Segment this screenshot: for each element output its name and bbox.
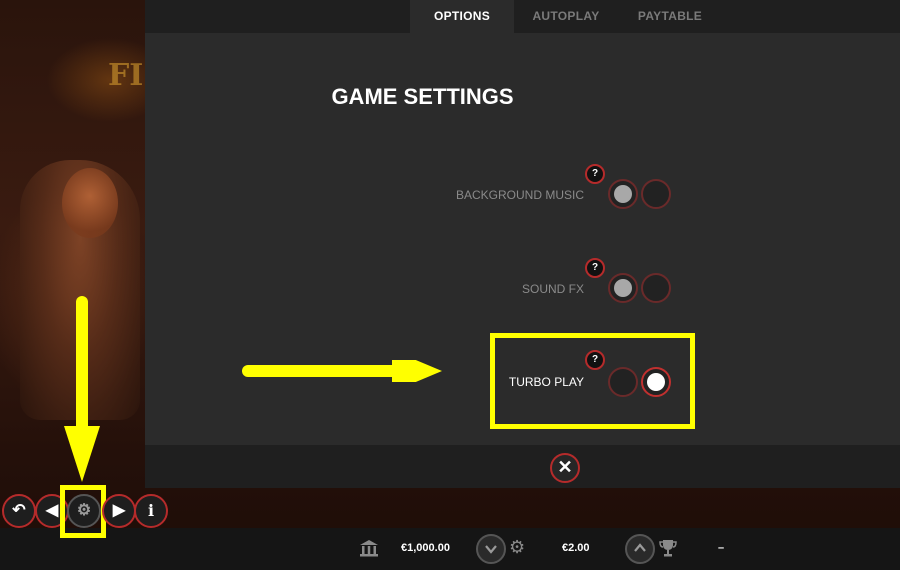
background-music-label: BACKGROUND MUSIC [455, 188, 584, 202]
bet-gear-icon: ⚙ [509, 537, 526, 557]
chevron-down-icon [485, 545, 497, 554]
bank-icon [360, 540, 378, 557]
background-music-off-radio[interactable] [641, 179, 671, 209]
settings-gear-button[interactable]: ⚙ [67, 494, 101, 528]
background-music-help-button[interactable]: ? [585, 164, 605, 184]
back-button[interactable]: ↶ [2, 494, 36, 528]
sound-fx-label: SOUND FX [521, 282, 584, 296]
balance-value: €1,000.00 [401, 542, 450, 554]
sound-fx-off-radio[interactable] [641, 273, 671, 303]
turbo-play-help-button[interactable]: ? [585, 350, 605, 370]
sound-fx-on-radio[interactable] [608, 273, 638, 303]
dwarf-character-head [62, 168, 118, 238]
turbo-play-label: TURBO PLAY [508, 375, 584, 389]
page-title: GAME SETTINGS [331, 84, 514, 109]
win-value: – [718, 542, 725, 554]
bottom-status-bar [0, 528, 900, 570]
panel-footer [145, 445, 900, 488]
tab-paytable[interactable]: PAYTABLE [618, 0, 722, 33]
bet-value: €2.00 [562, 542, 590, 554]
sound-fx-help-button[interactable]: ? [585, 258, 605, 278]
tab-options[interactable]: OPTIONS [410, 0, 514, 33]
background-music-on-radio[interactable] [608, 179, 638, 209]
bet-increase-button[interactable] [625, 534, 655, 564]
next-button[interactable]: ▶ [102, 494, 136, 528]
bet-decrease-button[interactable] [476, 534, 506, 564]
close-button[interactable]: ✕ [550, 453, 580, 483]
tab-bar: OPTIONS AUTOPLAY PAYTABLE [145, 0, 900, 33]
info-button[interactable]: i [134, 494, 168, 528]
turbo-play-on-radio[interactable] [641, 367, 671, 397]
trophy-icon [659, 540, 677, 557]
tab-autoplay[interactable]: AUTOPLAY [514, 0, 618, 33]
arrow-down-annotation [64, 296, 100, 482]
arrow-right-annotation [242, 360, 442, 382]
turbo-play-off-radio[interactable] [608, 367, 638, 397]
chevron-up-icon [634, 543, 646, 552]
